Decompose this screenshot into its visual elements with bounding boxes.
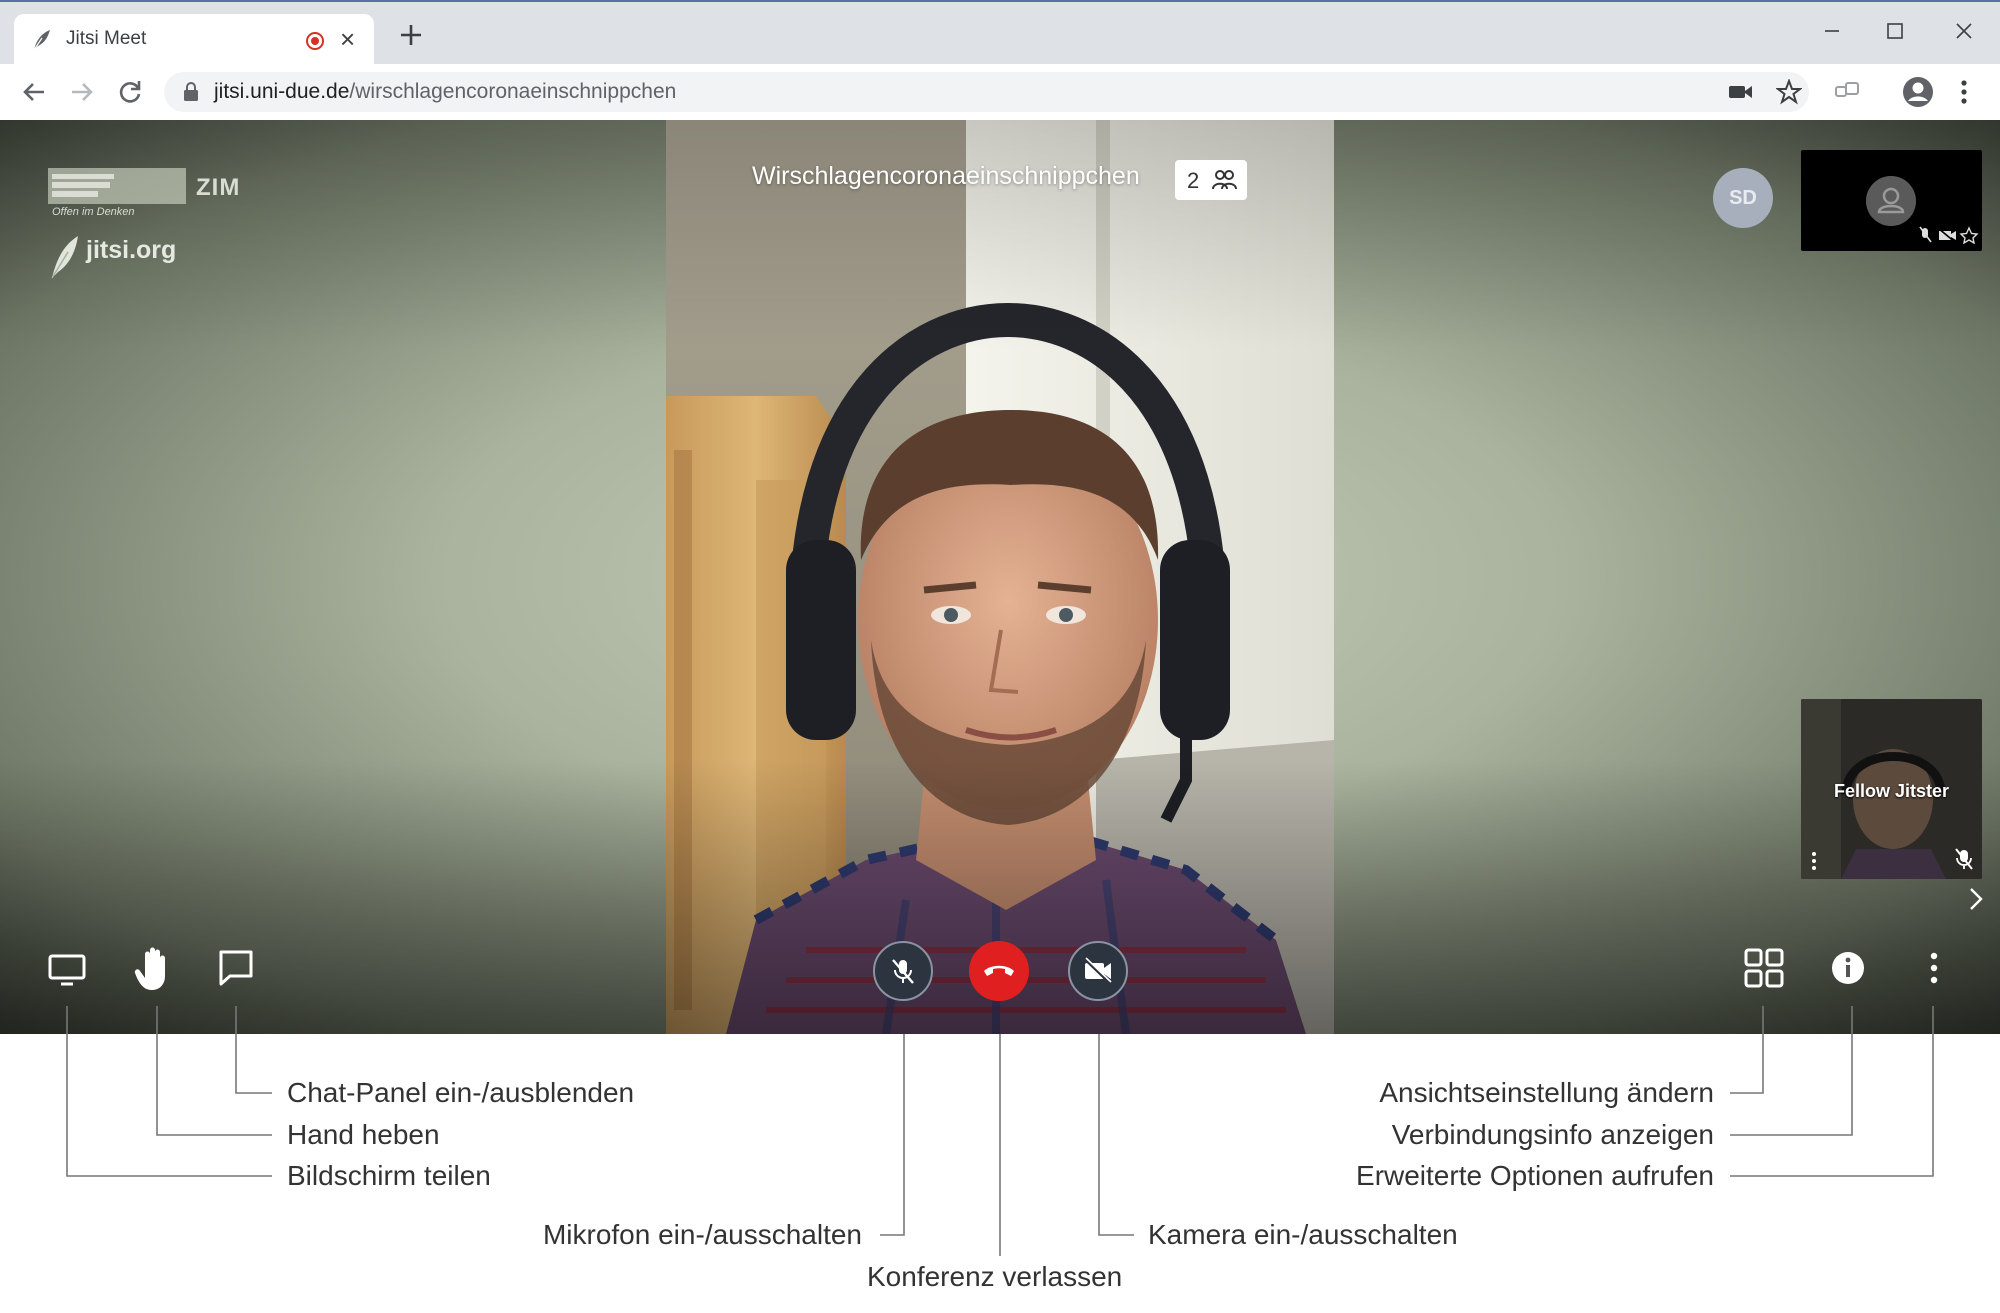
annotation-camera: Kamera ein-/ausschalten — [1148, 1219, 1458, 1250]
annotation-leader-lines — [66, 1006, 1934, 1256]
annotation-raise-hand: Hand heben — [287, 1119, 440, 1150]
annotation-info: Verbindungsinfo anzeigen — [1391, 1119, 1714, 1150]
annotation-tile-view: Ansichtseinstellung ändern — [1379, 1077, 1714, 1108]
annotation-hangup: Konferenz verlassen — [867, 1261, 1123, 1292]
annotation-screen-share: Bildschirm teilen — [287, 1160, 491, 1191]
annotation-chat: Chat-Panel ein-/ausblenden — [287, 1077, 635, 1108]
annotation-microphone: Mikrofon ein-/ausschalten — [542, 1219, 862, 1250]
annotation-more-options: Erweiterte Optionen aufrufen — [1356, 1160, 1714, 1191]
